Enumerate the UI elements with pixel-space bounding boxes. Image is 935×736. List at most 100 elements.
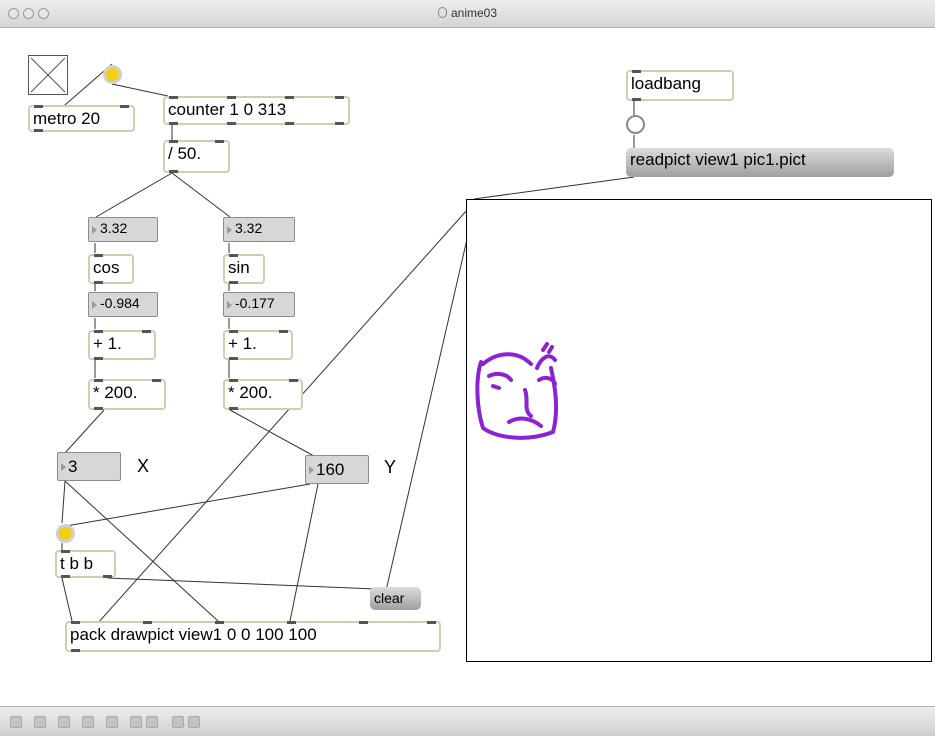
sin-object[interactable]: sin xyxy=(223,254,265,284)
loadbang-object[interactable]: loadbang xyxy=(626,70,734,101)
outlet xyxy=(229,407,238,410)
outlet xyxy=(94,281,103,284)
patch-cord xyxy=(289,483,319,622)
inlet xyxy=(215,621,224,624)
patch-cord xyxy=(95,172,173,218)
outlet xyxy=(61,575,70,578)
window-title: anime03 xyxy=(450,6,498,20)
grid-icon[interactable] xyxy=(172,716,184,728)
document-icon xyxy=(437,7,447,18)
number-y-value: 160 xyxy=(316,460,345,479)
add-icon[interactable] xyxy=(34,716,46,728)
number-angle-right-value: 3.32 xyxy=(235,220,263,236)
outlet xyxy=(103,575,112,578)
inlet xyxy=(169,96,178,99)
window-alt-icon[interactable] xyxy=(146,716,158,728)
inlet xyxy=(61,550,70,553)
multiply-right-text: * 200. xyxy=(228,383,273,402)
inlet xyxy=(143,621,152,624)
inlet xyxy=(335,96,344,99)
inlet xyxy=(94,254,103,257)
toggle-checkbox[interactable] xyxy=(28,55,68,95)
lcd-canvas[interactable] xyxy=(466,199,932,662)
trigger-text: t b b xyxy=(60,554,94,573)
add-left-object[interactable]: + 1. xyxy=(88,330,156,360)
outlet xyxy=(229,281,238,284)
inlet xyxy=(227,96,236,99)
number-angle-left[interactable]: 3.32 xyxy=(88,217,158,242)
window-icon[interactable] xyxy=(130,716,142,728)
pack-text: pack drawpict view1 0 0 100 100 xyxy=(70,625,317,644)
inlet xyxy=(94,330,103,333)
inlet xyxy=(632,70,641,73)
add-right-object[interactable]: + 1. xyxy=(223,330,293,360)
add-right-text: + 1. xyxy=(228,334,257,353)
multiply-right-object[interactable]: * 200. xyxy=(223,379,303,410)
patch-cord xyxy=(381,199,477,609)
outlet xyxy=(285,122,294,125)
cos-object[interactable]: cos xyxy=(88,254,134,284)
number-x-value: 3 xyxy=(68,457,78,476)
multiply-left-object[interactable]: * 200. xyxy=(88,379,166,410)
patch-cord xyxy=(61,577,73,622)
add-left-text: + 1. xyxy=(93,334,122,353)
bang-button[interactable] xyxy=(103,65,122,84)
inlet xyxy=(34,105,43,108)
inspector-icon[interactable] xyxy=(82,716,94,728)
number-sin-value: -0.177 xyxy=(235,295,275,311)
outlet xyxy=(71,649,80,652)
inlet xyxy=(94,379,103,382)
patch-cord xyxy=(171,172,231,218)
trigger-object[interactable]: t b b xyxy=(55,550,116,578)
patch-cord xyxy=(473,176,635,200)
readpict-text: readpict view1 pic1.pict xyxy=(630,150,806,169)
counter-object[interactable]: counter 1 0 313 xyxy=(163,96,350,125)
clear-message[interactable]: clear xyxy=(370,587,421,610)
window-title-area: anime03 xyxy=(0,6,935,20)
inlet xyxy=(359,621,368,624)
outlet xyxy=(227,122,236,125)
number-x[interactable]: 3 xyxy=(57,452,121,481)
window-titlebar: anime03 xyxy=(0,0,935,28)
move-icon[interactable] xyxy=(58,716,70,728)
inlet xyxy=(169,140,178,143)
number-cos[interactable]: -0.984 xyxy=(88,292,158,317)
x-label: X xyxy=(137,456,150,476)
outlet xyxy=(94,407,103,410)
patch-cord xyxy=(65,483,311,527)
clear-text: clear xyxy=(374,590,405,606)
trigger-bang-button[interactable] xyxy=(56,524,75,543)
toggle-x-icon xyxy=(30,57,66,93)
inlet xyxy=(229,254,238,257)
cos-text: cos xyxy=(93,258,120,277)
inlet xyxy=(229,379,238,382)
snap-icon[interactable] xyxy=(188,716,200,728)
pack-object[interactable]: pack drawpict view1 0 0 100 100 xyxy=(65,621,441,652)
inlet xyxy=(215,140,224,143)
outlet xyxy=(34,129,43,132)
inlet xyxy=(142,330,151,333)
loadbang-bang-button[interactable] xyxy=(626,115,645,134)
metro-object[interactable]: metro 20 xyxy=(28,105,135,132)
inlet xyxy=(287,621,296,624)
divide-object[interactable]: / 50. xyxy=(163,140,230,173)
info-icon[interactable] xyxy=(106,716,118,728)
inlet xyxy=(427,621,436,624)
inlet xyxy=(229,330,238,333)
inlet xyxy=(120,105,129,108)
lock-icon[interactable] xyxy=(10,716,22,728)
inlet xyxy=(285,96,294,99)
counter-text: counter 1 0 313 xyxy=(168,100,287,119)
readpict-message[interactable]: readpict view1 pic1.pict xyxy=(626,148,894,177)
patch-cord xyxy=(229,409,315,457)
number-angle-right[interactable]: 3.32 xyxy=(223,217,295,242)
patcher-toolbar xyxy=(0,706,935,736)
inlet xyxy=(289,379,298,382)
patch-cord xyxy=(64,409,105,454)
number-sin[interactable]: -0.177 xyxy=(223,292,295,317)
patch-cord xyxy=(107,577,377,590)
outlet xyxy=(335,122,344,125)
number-y[interactable]: 160 xyxy=(305,455,369,484)
y-label: Y xyxy=(384,457,397,477)
metro-text: metro 20 xyxy=(33,109,101,128)
